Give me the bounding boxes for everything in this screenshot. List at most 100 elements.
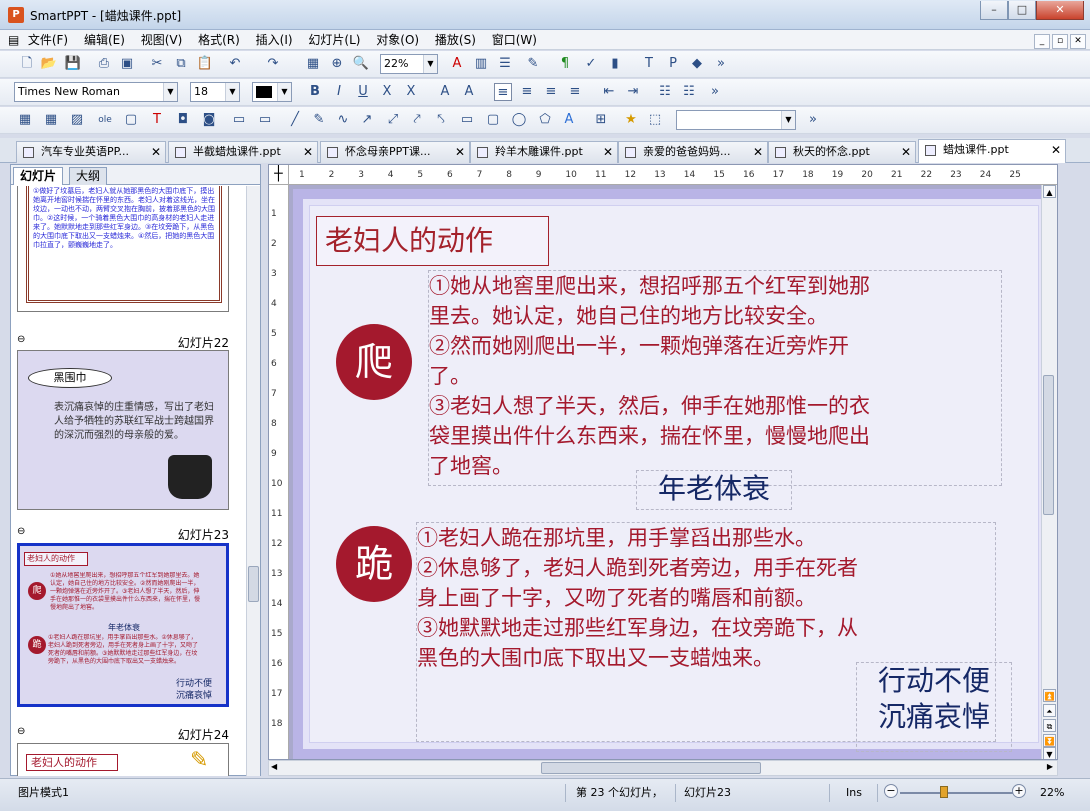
frame-icon[interactable]: ▢ — [122, 111, 140, 129]
shapes-icon[interactable]: ⬠ — [536, 111, 554, 129]
outdent-icon[interactable]: ⇥ — [624, 83, 642, 101]
star-icon[interactable]: ★ — [622, 111, 640, 129]
spell-icon[interactable]: ✓ — [582, 55, 600, 73]
color-select[interactable]: ▼ — [252, 82, 292, 102]
scroll-up-icon[interactable]: ▲ — [1043, 185, 1056, 198]
thumbnail-slide-21[interactable]: ①做好了坟墓后，老妇人就从她那黑色的大围巾底下，摸出她离开地窖时候揣在怀里的东西… — [17, 186, 229, 312]
select-icon[interactable]: ⬚ — [646, 111, 664, 129]
curve-icon[interactable]: ∿ — [334, 111, 352, 129]
zoom-in-icon[interactable]: ⊕ — [328, 55, 346, 73]
rect-icon[interactable]: ▭ — [458, 111, 476, 129]
elbow-icon[interactable]: ⤤ — [408, 111, 426, 129]
table-icon[interactable]: ▦ — [16, 111, 34, 129]
strike-icon[interactable]: X — [378, 83, 396, 101]
paragraph-climb[interactable]: ①她从地窖里爬出来，想招呼那五个红军到她那 里去。她认定，她自己住的地方比较安全… — [428, 270, 1002, 486]
editor-horizontal-scrollbar[interactable]: ◀ ▶ — [268, 760, 1058, 776]
indent-icon[interactable]: ⇤ — [600, 83, 618, 101]
undo-icon[interactable]: ↶ — [226, 55, 244, 73]
chart-icon[interactable]: ▮ — [606, 55, 624, 73]
brush-icon[interactable]: ✎ — [524, 55, 542, 73]
mdi-restore-button[interactable]: ▫ — [1052, 34, 1068, 49]
align-left-icon[interactable]: ≡ — [494, 83, 512, 101]
close-icon[interactable]: ✕ — [455, 142, 465, 162]
tab-doc-5[interactable]: 亲爱的爸爸妈妈... ✕ — [618, 141, 768, 163]
menu-object[interactable]: 对象(O) — [370, 30, 425, 50]
mdi-close-button[interactable]: ✕ — [1070, 34, 1086, 49]
tab-doc-3[interactable]: 怀念母亲PPT课... ✕ — [320, 141, 470, 163]
more-icon[interactable]: » — [706, 83, 724, 101]
ruler-corner[interactable]: ┼ — [269, 165, 289, 185]
ellipse-icon[interactable]: ◯ — [510, 111, 528, 129]
grid-table-icon[interactable]: ▦ — [42, 111, 60, 129]
t-box-icon[interactable]: T — [640, 55, 658, 73]
shrink-font-icon[interactable]: A — [460, 83, 478, 101]
tab-doc-4[interactable]: 羚羊木雕课件.ppt ✕ — [470, 141, 618, 163]
new-icon[interactable]: 🗋 — [18, 55, 36, 73]
note-old-weak[interactable]: 年老体衰 — [636, 470, 792, 510]
close-icon[interactable]: ✕ — [603, 142, 613, 162]
scrollbar-thumb[interactable] — [248, 566, 259, 602]
more-icon[interactable]: » — [804, 111, 822, 129]
image-icon[interactable]: ▨ — [68, 111, 86, 129]
first-slide-icon[interactable]: ⏶ — [1043, 704, 1056, 717]
menu-insert[interactable]: 插入(I) — [250, 30, 299, 50]
slide-icon[interactable]: ▭ — [230, 111, 248, 129]
thumbnail-slide-22[interactable]: 黑围巾 表沉痛哀悼的庄重情感，写出了老妇人给予牺牲的苏联红军战士跨越国界的深沉而… — [17, 350, 229, 510]
slide-canvas[interactable]: 老妇人的动作 爬 跪 ①她从地窖里爬出来，想招呼那五个红军到她那 里去。她认定，… — [293, 189, 1055, 759]
thumbnail-slide-23[interactable]: 老妇人的动作 爬 跪 ①她从地窖里爬出来，想招呼那五个红军到她那里去。她认定，她… — [17, 543, 229, 707]
line-icon[interactable]: ╱ — [286, 111, 304, 129]
wordart-icon[interactable]: A — [560, 111, 578, 129]
circle-label-kneel[interactable]: 跪 — [336, 526, 412, 602]
scroll-right-icon[interactable]: ▶ — [1047, 762, 1053, 771]
copy-icon[interactable]: ⧉ — [172, 55, 190, 73]
thumbnail-slide-24[interactable]: 老妇人的动作 ✎ — [17, 743, 229, 776]
next-slide-icon[interactable]: ⏬ — [1043, 734, 1056, 747]
menu-slide[interactable]: 幻灯片(L) — [302, 30, 366, 50]
redo-icon[interactable]: ↷ — [264, 55, 282, 73]
scroll-down-icon[interactable]: ▼ — [1043, 747, 1056, 759]
list-icon[interactable]: ☰ — [496, 55, 514, 73]
ole-icon[interactable]: ole — [96, 111, 114, 129]
cube-icon[interactable]: ◆ — [688, 55, 706, 73]
bullets-icon[interactable]: ☷ — [656, 83, 674, 101]
prev-slide-icon[interactable]: ⏫ — [1043, 689, 1056, 702]
numbering-icon[interactable]: ☷ — [680, 83, 698, 101]
close-button[interactable]: ✕ — [1036, 1, 1084, 20]
layout-icon[interactable]: ▭ — [256, 111, 274, 129]
cut-icon[interactable]: ✂ — [148, 55, 166, 73]
mdi-minimize-button[interactable]: _ — [1034, 34, 1050, 49]
thumbnail-scrollbar[interactable] — [246, 186, 260, 776]
menu-file[interactable]: 文件(F) — [22, 30, 74, 50]
bezier-icon[interactable]: ⤣ — [432, 111, 450, 129]
scroll-left-icon[interactable]: ◀ — [271, 762, 277, 771]
tab-doc-2[interactable]: 半截蜡烛课件.ppt ✕ — [168, 141, 318, 163]
pdf-icon[interactable]: ▣ — [118, 55, 136, 73]
tab-slides[interactable]: 幻灯片 — [13, 167, 64, 185]
page-icon[interactable]: ◙ — [200, 111, 218, 129]
connector-icon[interactable]: ⤢ — [384, 111, 402, 129]
style-select[interactable]: ▼ — [676, 110, 796, 130]
zoom-select[interactable]: 22% ▼ — [380, 54, 438, 74]
paste-icon[interactable]: 📋 — [196, 55, 214, 73]
tab-doc-6[interactable]: 秋天的怀念.ppt ✕ — [768, 141, 916, 163]
more-icon[interactable]: » — [712, 55, 730, 73]
tab-doc-1[interactable]: 汽车专业英语PP... ✕ — [16, 141, 166, 163]
bold-icon[interactable]: B — [306, 83, 324, 101]
paragraph-icon[interactable]: ¶ — [556, 55, 574, 73]
scrollbar-thumb[interactable] — [541, 762, 761, 774]
arrow-icon[interactable]: ↗ — [358, 111, 376, 129]
text-icon[interactable]: A — [448, 55, 466, 73]
zoom-slider[interactable] — [900, 792, 1018, 794]
menu-edit[interactable]: 编辑(E) — [78, 30, 131, 50]
align-center-icon[interactable]: ≡ — [518, 83, 536, 101]
zoom-slider-thumb[interactable] — [940, 786, 948, 798]
size-select[interactable]: 18 ▼ — [190, 82, 240, 102]
justify-icon[interactable]: ≡ — [566, 83, 584, 101]
close-icon[interactable]: ✕ — [753, 142, 763, 162]
open-icon[interactable]: 📂 — [40, 55, 58, 73]
italic-icon[interactable]: I — [330, 83, 348, 101]
doc-icon[interactable]: ▤ — [2, 30, 19, 50]
roundrect-icon[interactable]: ▢ — [484, 111, 502, 129]
zoom-icon[interactable]: 🔍 — [352, 55, 370, 73]
close-icon[interactable]: ✕ — [901, 142, 911, 162]
